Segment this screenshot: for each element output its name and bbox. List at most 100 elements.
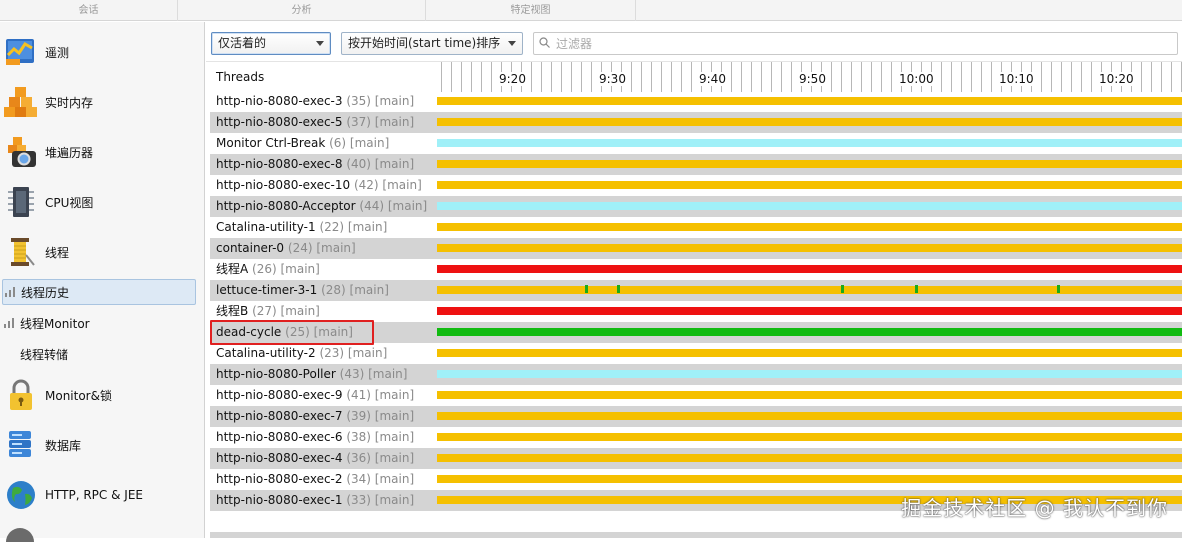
minor-tick (1151, 62, 1152, 92)
sidebar-item-cpu-views[interactable]: CPU视图 (0, 180, 205, 224)
thread-row[interactable]: http-nio-8080-Poller (43) [main] (210, 364, 1182, 385)
thread-row[interactable]: http-nio-8080-exec-8 (40) [main] (210, 154, 1182, 175)
sidebar-item-thread-history[interactable]: 线程历史 (2, 279, 196, 305)
thread-name: http-nio-8080-exec-8 (216, 157, 343, 171)
thread-meta: (33) [main] (346, 493, 415, 507)
thread-meta: (22) [main] (319, 220, 388, 234)
thread-row[interactable]: http-nio-8080-exec-10 (42) [main] (210, 175, 1182, 196)
sidebar-item-live-memory[interactable]: 实时内存 (0, 80, 205, 124)
minor-tick (441, 62, 442, 92)
thread-name-cell[interactable]: http-nio-8080-exec-2 (34) [main] (210, 469, 437, 490)
thread-row[interactable]: http-nio-8080-exec-9 (41) [main] (210, 385, 1182, 406)
thread-state-bar-waiting (437, 349, 1182, 357)
sort-order-select[interactable]: 按开始时间(start time)排序 (341, 32, 523, 55)
thread-meta: (24) [main] (287, 241, 356, 255)
thread-row[interactable]: lettuce-timer-3-1 (28) [main] (210, 280, 1182, 301)
thread-row[interactable]: Catalina-utility-2 (23) [main] (210, 343, 1182, 364)
liveness-filter-select[interactable]: 仅活着的 (211, 32, 331, 55)
filter-input[interactable] (556, 35, 1156, 52)
heap-walker-icon (4, 135, 38, 169)
toolbar: 仅活着的 按开始时间(start time)排序 (206, 22, 1182, 62)
minor-tick (1141, 62, 1142, 92)
thread-row[interactable]: container-0 (24) [main] (210, 238, 1182, 259)
thread-name: http-nio-8080-exec-3 (216, 94, 343, 108)
filter-box[interactable] (533, 32, 1178, 55)
thread-meta: (38) [main] (346, 430, 415, 444)
thread-state-bar-net (437, 202, 1182, 210)
thread-row[interactable]: 线程B (27) [main] (210, 301, 1182, 322)
minor-tick (731, 62, 732, 92)
thread-name: Catalina-utility-1 (216, 220, 316, 234)
thread-name-cell[interactable]: http-nio-8080-exec-7 (39) [main] (210, 406, 437, 427)
minor-tick (631, 62, 632, 92)
sidebar-item-thread-monitor[interactable]: 线程Monitor (2, 310, 196, 336)
thread-name-cell[interactable]: Monitor Ctrl-Break (6) [main] (210, 133, 437, 154)
thread-meta: (34) [main] (346, 472, 415, 486)
thread-row[interactable]: 线程A (26) [main] (210, 259, 1182, 280)
thread-state-bar-waiting (437, 181, 1182, 189)
thread-name-cell[interactable]: http-nio-8080-exec-5 (37) [main] (210, 112, 437, 133)
thread-state-bar-waiting (437, 391, 1182, 399)
thread-timeline-cell (437, 238, 1182, 259)
sidebar-item-label: Monitor&锁 (45, 388, 112, 403)
thread-name-cell[interactable]: 线程A (26) [main] (210, 259, 437, 280)
thread-name: http-nio-8080-exec-2 (216, 472, 343, 486)
thread-row[interactable]: http-nio-8080-exec-5 (37) [main] (210, 112, 1182, 133)
time-axis-label: 10:20 (1097, 72, 1136, 86)
thread-row[interactable]: http-nio-8080-exec-3 (35) [main] (210, 91, 1182, 112)
thread-row[interactable]: http-nio-8080-exec-2 (34) [main] (210, 469, 1182, 490)
thread-name: http-nio-8080-exec-5 (216, 115, 343, 129)
minor-tick (781, 62, 782, 92)
sidebar-item-label: 线程Monitor (20, 316, 90, 331)
minor-tick (851, 62, 852, 92)
thread-row[interactable]: http-nio-8080-exec-4 (36) [main] (210, 448, 1182, 469)
thread-name-cell[interactable]: http-nio-8080-exec-6 (38) [main] (210, 427, 437, 448)
thread-name-cell[interactable]: http-nio-8080-exec-3 (35) [main] (210, 91, 437, 112)
thread-state-bar-waiting (437, 412, 1182, 420)
liveness-filter-value: 仅活着的 (218, 36, 267, 50)
sidebar-item-databases[interactable]: 数据库 (0, 423, 205, 467)
minor-tick (981, 62, 982, 92)
sidebar-item-thread-dumps[interactable]: 线程转储 (2, 341, 196, 367)
chevron-down-icon (508, 41, 516, 46)
runnable-state-mark (1057, 285, 1060, 293)
thread-state-bar-waiting (437, 454, 1182, 462)
runnable-state-mark (915, 285, 918, 293)
thread-row[interactable]: http-nio-8080-exec-6 (38) [main] (210, 427, 1182, 448)
thread-name-cell[interactable]: http-nio-8080-exec-10 (42) [main] (210, 175, 437, 196)
minor-tick (541, 62, 542, 92)
database-icon (4, 428, 38, 462)
thread-name-cell[interactable]: container-0 (24) [main] (210, 238, 437, 259)
minor-tick (671, 62, 672, 92)
thread-name-cell[interactable]: lettuce-timer-3-1 (28) [main] (210, 280, 437, 301)
sidebar-item-heap-walker[interactable]: 堆遍历器 (0, 130, 205, 174)
thread-name-cell[interactable]: Catalina-utility-1 (22) [main] (210, 217, 437, 238)
chevron-down-icon (316, 41, 324, 46)
thread-row[interactable]: Catalina-utility-1 (22) [main] (210, 217, 1182, 238)
thread-row[interactable]: Monitor Ctrl-Break (6) [main] (210, 133, 1182, 154)
thread-name-cell[interactable]: Catalina-utility-2 (23) [main] (210, 343, 437, 364)
thread-name: 线程A (216, 262, 249, 276)
thread-name-cell[interactable]: http-nio-8080-Acceptor (44) [main] (210, 196, 437, 217)
threads-icon (4, 235, 38, 269)
thread-state-bar-waiting (437, 118, 1182, 126)
sidebar-item-telemetry[interactable]: 遥测 (0, 30, 205, 74)
search-icon (539, 37, 550, 48)
thread-name-cell[interactable]: 线程B (27) [main] (210, 301, 437, 322)
thread-name-cell[interactable]: http-nio-8080-Poller (43) [main] (210, 364, 437, 385)
thread-timeline-cell (437, 364, 1182, 385)
thread-name-cell[interactable]: http-nio-8080-exec-9 (41) [main] (210, 385, 437, 406)
thread-name-cell[interactable]: http-nio-8080-exec-8 (40) [main] (210, 154, 437, 175)
thread-row[interactable]: http-nio-8080-Acceptor (44) [main] (210, 196, 1182, 217)
sidebar-item-threads[interactable]: 线程 (0, 230, 205, 274)
sidebar-item-label: HTTP, RPC & JEE (45, 488, 143, 502)
sidebar-item-monitors-locks[interactable]: Monitor&锁 (0, 373, 205, 417)
thread-meta: (39) [main] (346, 409, 415, 423)
thread-row[interactable]: http-nio-8080-exec-7 (39) [main] (210, 406, 1182, 427)
thread-timeline-cell (437, 406, 1182, 427)
thread-state-bar-waiting (437, 244, 1182, 252)
bar-chart-icon (4, 318, 16, 328)
sidebar-item-http-rpc-jee[interactable]: HTTP, RPC & JEE (0, 473, 205, 517)
thread-name-cell[interactable]: http-nio-8080-exec-4 (36) [main] (210, 448, 437, 469)
thread-name-cell[interactable]: http-nio-8080-exec-1 (33) [main] (210, 490, 437, 511)
